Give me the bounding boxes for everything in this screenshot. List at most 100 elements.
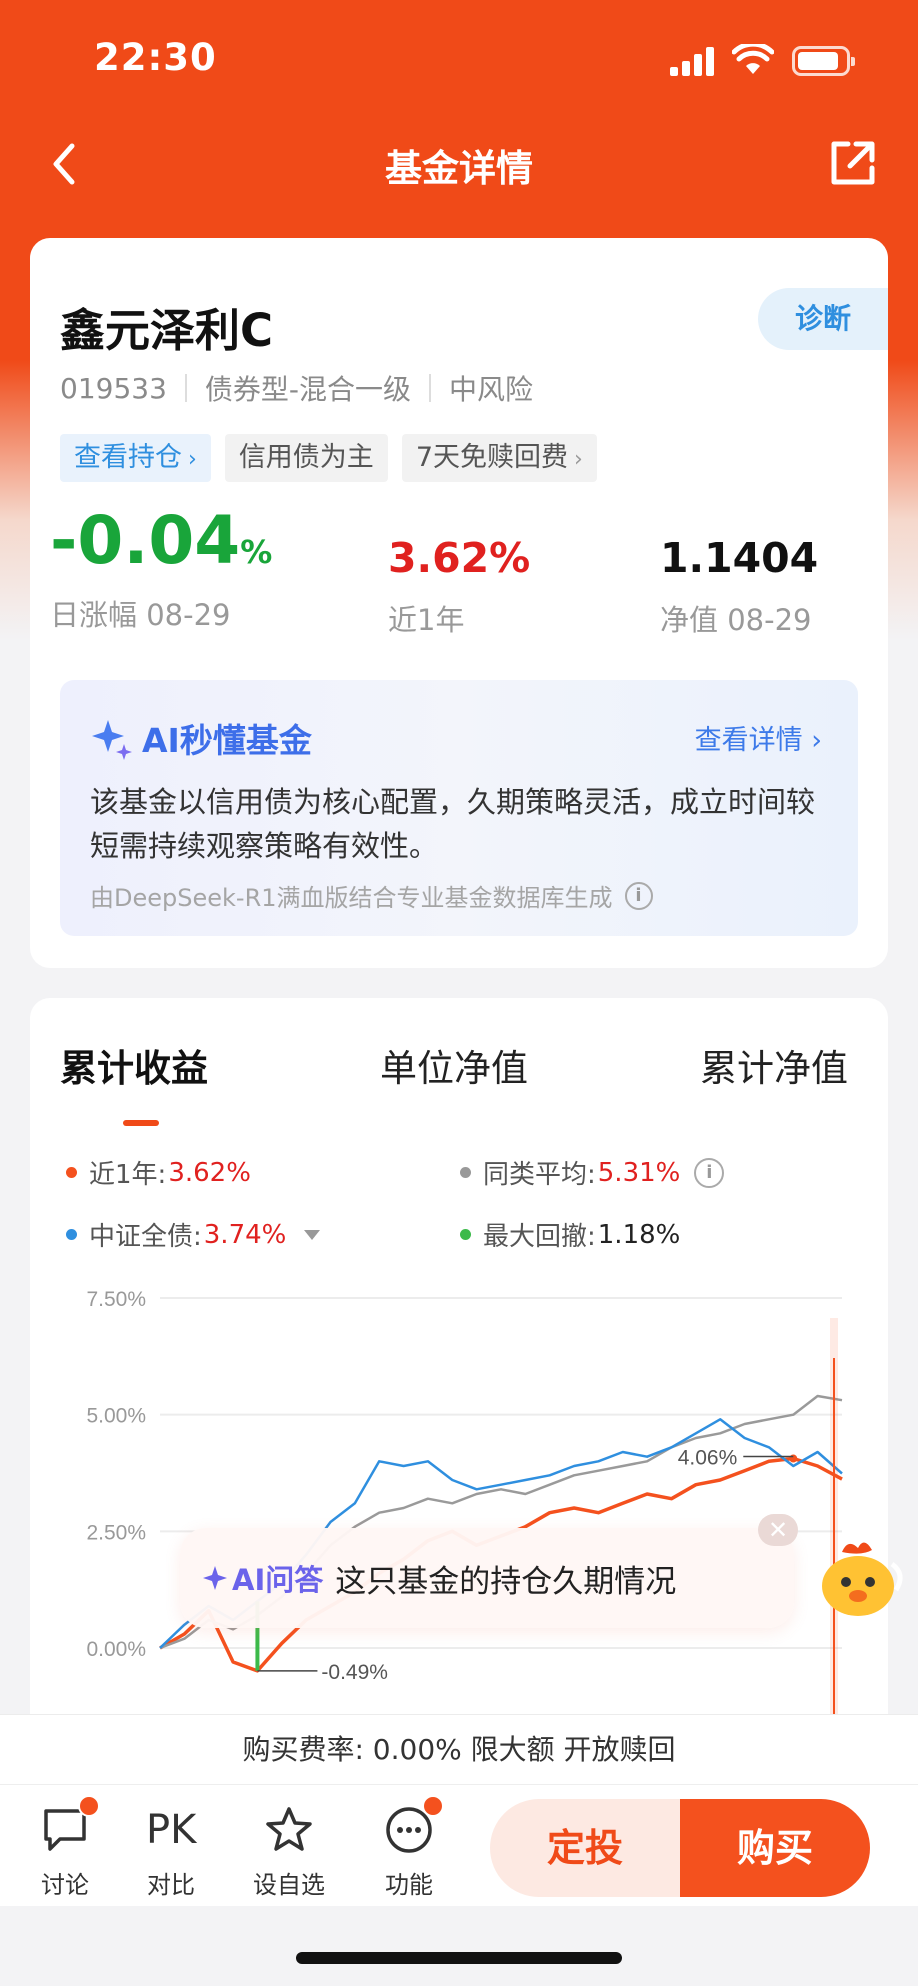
discussion-label: 讨论 (41, 1871, 89, 1899)
legend-label: 最大回撤: (483, 1222, 596, 1252)
legend-benchmark[interactable]: 中证全债: 3.74% (66, 1216, 321, 1253)
mascot-icon[interactable] (812, 1534, 908, 1624)
ai-ask-question: 这只基金的持仓久期情况 (335, 1563, 677, 1600)
nav-value: 1.1404 (660, 534, 819, 582)
ai-view-details-link[interactable]: 查看详情 › (695, 718, 822, 757)
wifi-icon (732, 44, 774, 74)
discussion-button[interactable]: 讨论 (20, 1795, 110, 1900)
functions-label: 功能 (385, 1871, 433, 1899)
legend-label: 中证全债: (89, 1222, 202, 1252)
purchase-buttons: 定投 购买 (490, 1799, 870, 1897)
compare-button[interactable]: PK 对比 (126, 1805, 216, 1900)
chevron-right-icon: › (188, 447, 197, 472)
notification-badge (78, 1795, 100, 1817)
daily-change-unit: % (240, 533, 273, 571)
sparkle-icon (203, 1566, 227, 1590)
compare-label: 对比 (147, 1871, 195, 1899)
fund-summary-card: 鑫元泽利C 诊断 019533 债券型-混合一级 中风险 查看持仓 › 信用债为主… (30, 238, 888, 968)
ai-summary-title: AI秒懂基金 (90, 714, 312, 762)
bottom-action-bar: 讨论 PK 对比 设自选 功能 定投 购买 (0, 1784, 918, 1906)
performance-card: 累计收益 单位净值 累计净值 近1年: 3.62% 同类平均: 5.31% i 中证… (30, 998, 888, 1758)
info-icon[interactable]: i (624, 881, 653, 910)
divider (429, 374, 431, 402)
fund-meta: 019533 债券型-混合一级 中风险 (60, 368, 533, 408)
chart-tabs: 累计收益 单位净值 累计净值 (30, 1038, 888, 1126)
y-tick-label: 0.00% (86, 1638, 146, 1661)
max-point (789, 1454, 798, 1463)
chevron-right-icon: › (574, 447, 583, 472)
legend-year: 近1年: 3.62% (66, 1154, 251, 1191)
fund-tags: 查看持仓 › 信用债为主 7天免赎回费 › (60, 434, 597, 482)
share-icon[interactable] (826, 136, 880, 190)
ai-source-note: 由DeepSeek-R1满血版结合专业基金数据库生成 i (90, 878, 653, 913)
y-tick-label: 5.00% (86, 1405, 146, 1428)
star-icon (264, 1805, 314, 1855)
legend-value: 3.74% (203, 1219, 287, 1250)
tag-label: 查看持仓 (74, 442, 182, 473)
auto-invest-button[interactable]: 定投 (490, 1799, 680, 1897)
chat-bubble-icon (40, 1795, 100, 1855)
ai-source-text: 由DeepSeek-R1满血版结合专业基金数据库生成 (90, 884, 613, 912)
legend-label: 近1年: (89, 1160, 167, 1190)
year-return-stat: 3.62% 近1年 (388, 538, 530, 639)
return-chart[interactable]: 7.50% 5.00% 2.50% 0.00% 4.06% -0.49% (30, 1278, 888, 1718)
page-title: 基金详情 (385, 147, 533, 190)
tab-cumulative-nav[interactable]: 累计净值 (700, 1038, 848, 1092)
diagnose-button[interactable]: 诊断 (758, 288, 888, 350)
add-watchlist-button[interactable]: 设自选 (244, 1805, 334, 1900)
divider (184, 374, 187, 402)
ai-ask-brand-text: AI问答 (232, 1563, 324, 1597)
legend-dot (66, 1229, 77, 1240)
max-annotation: 4.06% (678, 1447, 738, 1470)
credit-bond-tag: 信用债为主 (224, 434, 388, 482)
legend-value: 3.62% (168, 1157, 251, 1188)
functions-button[interactable]: 功能 (364, 1795, 454, 1900)
pk-icon: PK (146, 1805, 196, 1855)
ai-summary-text: 该基金以信用债为核心配置，久期策略灵活，成立时间较短需持续观察策略有效性。 (90, 785, 816, 863)
cellular-signal-icon (670, 46, 716, 76)
battery-icon (792, 46, 855, 76)
daily-change-label: 日涨幅 08-29 (50, 598, 231, 632)
nav-label: 净值 08-29 (660, 603, 812, 637)
tab-cumulative-return[interactable]: 累计收益 (60, 1038, 208, 1092)
legend-label: 同类平均: (483, 1160, 596, 1190)
legend-dot (460, 1167, 471, 1178)
pk-text: PK (146, 1807, 197, 1853)
active-tab-indicator (123, 1120, 159, 1126)
legend-value: 1.18% (597, 1219, 681, 1250)
nav-stat: 1.1404 净值 08-29 (660, 538, 818, 639)
fund-code: 019533 (60, 371, 167, 405)
y-tick-label: 2.50% (86, 1521, 146, 1544)
daily-change-stat: -0.04% 日涨幅 08-29 (50, 508, 272, 634)
status-bar: 22:30 (0, 0, 918, 120)
min-annotation: -0.49% (321, 1661, 388, 1684)
close-icon[interactable]: ✕ (758, 1514, 798, 1546)
more-dots-icon (384, 1795, 444, 1855)
legend-category-average: 同类平均: 5.31% i (460, 1154, 725, 1191)
year-return-value: 3.62% (388, 534, 531, 582)
year-return-label: 近1年 (388, 603, 465, 637)
tab-unit-nav[interactable]: 单位净值 (380, 1038, 528, 1092)
view-holdings-tag[interactable]: 查看持仓 › (60, 434, 211, 482)
home-indicator-area (0, 1906, 918, 1986)
ai-summary-card[interactable]: AI秒懂基金 查看详情 › 该基金以信用债为核心配置，久期策略灵活，成立时间较短… (60, 680, 858, 936)
purchase-fee-info: 购买费率: 0.00% 限大额 开放赎回 (0, 1714, 918, 1784)
legend-max-drawdown: 最大回撤: 1.18% (460, 1216, 680, 1253)
home-indicator[interactable] (296, 1952, 622, 1964)
ai-ask-bubble[interactable]: AI问答 这只基金的持仓久期情况 ✕ (180, 1514, 798, 1628)
redemption-fee-tag[interactable]: 7天免赎回费 › (401, 434, 597, 482)
ai-ask-brand: AI问答 (202, 1557, 323, 1599)
tag-label: 信用债为主 (238, 442, 374, 473)
dropdown-triangle-icon[interactable] (304, 1229, 321, 1240)
daily-change-number: -0.04 (50, 502, 241, 579)
legend-dot (460, 1229, 471, 1240)
ai-view-details-text: 查看详情 (694, 725, 803, 756)
tag-label: 7天免赎回费 (415, 442, 568, 473)
info-icon[interactable]: i (694, 1157, 725, 1188)
sparkle-icon (92, 720, 132, 760)
notification-badge (422, 1795, 444, 1817)
status-time: 22:30 (94, 36, 217, 79)
fund-name: 鑫元泽利C (60, 304, 274, 357)
buy-button[interactable]: 购买 (680, 1799, 870, 1897)
nav-bar: 基金详情 (0, 120, 918, 208)
